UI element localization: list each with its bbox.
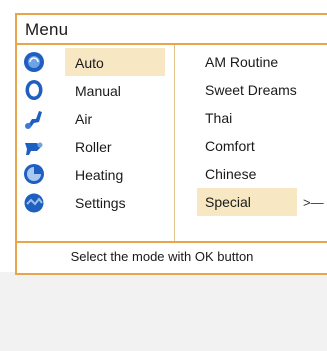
mode-label: Settings — [75, 195, 126, 211]
air-mode-icon — [25, 111, 42, 129]
program-item-am-routine[interactable]: AM Routine — [175, 48, 327, 76]
auto-mode-icon — [24, 52, 44, 72]
settings-mode-icon — [24, 193, 44, 213]
roller-mode-icon — [25, 142, 43, 155]
mode-label: Auto — [75, 55, 104, 71]
program-item-thai[interactable]: Thai — [175, 104, 327, 132]
mode-label: Heating — [75, 167, 124, 183]
mode-label: Air — [75, 111, 93, 127]
submenu-arrow-icon: >— — [303, 195, 324, 210]
mode-item-roller[interactable]: Roller — [17, 132, 174, 160]
program-label: Thai — [205, 110, 233, 126]
mode-item-heating[interactable]: Heating — [17, 160, 174, 188]
mode-item-auto[interactable]: Auto — [17, 48, 174, 76]
program-label: Sweet Dreams — [205, 82, 297, 98]
title-divider — [17, 43, 327, 45]
mode-label: Manual — [75, 83, 121, 99]
menu-title: Menu — [25, 20, 69, 39]
mode-label: Roller — [75, 139, 112, 155]
program-label: Comfort — [205, 138, 255, 154]
mode-item-air[interactable]: Air — [17, 104, 174, 132]
status-hint: Select the mode with OK button — [70, 249, 254, 264]
mode-item-settings[interactable]: Settings — [17, 188, 174, 216]
menu-frame: Menu Auto Manual Air Roller Heating Sett… — [15, 13, 327, 275]
program-label: AM Routine — [205, 54, 279, 70]
program-label: Chinese — [205, 166, 257, 182]
program-label: Special — [205, 194, 251, 210]
heating-mode-icon — [24, 164, 44, 184]
program-item-sweet-dreams[interactable]: Sweet Dreams — [175, 76, 327, 104]
footer-divider — [17, 241, 327, 243]
menu-screen: Menu Auto Manual Air Roller Heating Sett… — [0, 0, 327, 275]
manual-mode-icon — [25, 80, 43, 100]
program-item-chinese[interactable]: Chinese — [175, 160, 327, 188]
program-item-special[interactable]: Special >— — [175, 188, 327, 216]
program-item-comfort[interactable]: Comfort — [175, 132, 327, 160]
mode-item-manual[interactable]: Manual — [17, 76, 174, 104]
